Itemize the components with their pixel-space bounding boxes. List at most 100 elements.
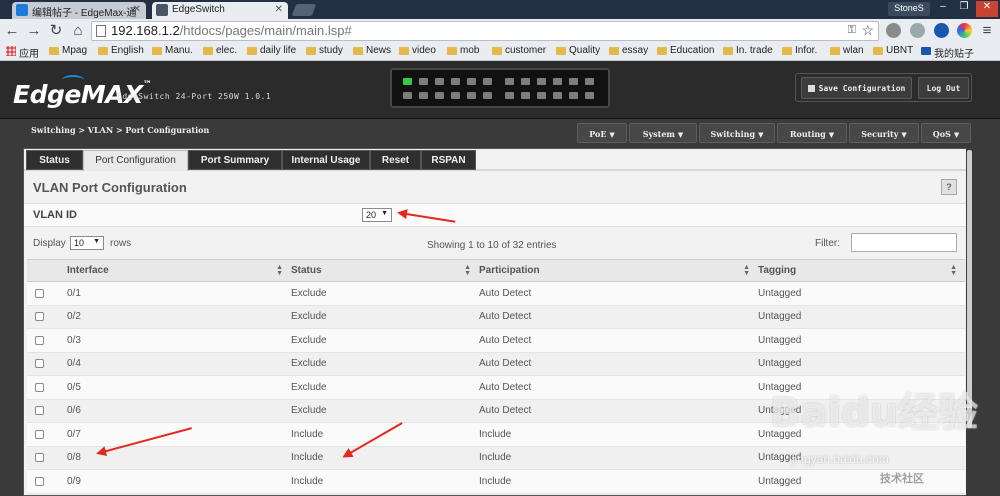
port-led-icon[interactable]	[505, 78, 514, 85]
extension-u-icon[interactable]	[934, 23, 949, 38]
port-led-icon[interactable]	[569, 78, 578, 85]
port-led-icon[interactable]	[585, 92, 594, 99]
row-checkbox[interactable]	[35, 312, 44, 322]
port-led-icon[interactable]	[451, 92, 460, 99]
extension-color-icon[interactable]	[957, 23, 972, 38]
tab-port-summary[interactable]: Port Summary	[188, 150, 282, 170]
row-checkbox[interactable]	[35, 288, 44, 298]
bookmark-star-icon[interactable]: ☆	[861, 22, 874, 39]
table-row[interactable]: 0/2 Exclude Auto Detect Untagged	[27, 305, 965, 329]
row-checkbox[interactable]	[35, 382, 44, 392]
menu-qos[interactable]: QoS ▼	[921, 123, 971, 143]
bookmark-folder[interactable]: Manu.	[152, 45, 193, 56]
row-checkbox[interactable]	[35, 359, 44, 369]
filter-input[interactable]	[851, 233, 957, 252]
bookmark-my-posts[interactable]: 我的贴子	[921, 45, 974, 60]
port-led-icon[interactable]	[585, 78, 594, 85]
menu-poe[interactable]: PoE ▼	[577, 123, 627, 143]
tab-status[interactable]: Status	[26, 150, 83, 170]
close-tab-icon[interactable]: ✕	[275, 4, 283, 15]
port-led-icon[interactable]	[537, 78, 546, 85]
port-led-icon[interactable]	[553, 92, 562, 99]
back-icon[interactable]: ←	[4, 23, 20, 39]
home-icon[interactable]: ⌂	[70, 23, 86, 39]
menu-system[interactable]: System ▼	[629, 123, 697, 143]
bookmark-folder[interactable]: mob	[447, 45, 479, 56]
new-tab-button[interactable]	[291, 4, 317, 16]
port-led-icon[interactable]	[553, 78, 562, 85]
port-led-icon[interactable]	[467, 78, 476, 85]
bookmark-folder[interactable]: essay	[609, 45, 648, 56]
port-led-icon[interactable]	[419, 92, 428, 99]
bookmark-folder[interactable]: elec.	[203, 45, 237, 56]
tab-reset[interactable]: Reset	[370, 150, 421, 170]
row-checkbox[interactable]	[35, 453, 44, 463]
forward-icon[interactable]: →	[26, 23, 42, 39]
port-led-icon[interactable]	[419, 78, 428, 85]
table-row[interactable]: 0/3 Exclude Auto Detect Untagged	[27, 328, 965, 353]
vlan-id-select[interactable]: 20 ▼	[362, 208, 392, 222]
bookmark-folder[interactable]: Education	[657, 45, 714, 56]
bookmark-folder[interactable]: wlan	[830, 45, 864, 56]
close-tab-icon[interactable]: ✕	[133, 4, 141, 15]
restore-icon[interactable]: ❐	[954, 1, 974, 17]
menu-switching[interactable]: Switching ▼	[699, 123, 775, 143]
column-header-tagging[interactable]: Tagging ▲ ▼	[758, 259, 965, 282]
table-row[interactable]: 0/4 Exclude Auto Detect Untagged	[27, 352, 965, 376]
menu-security[interactable]: Security ▼	[849, 123, 919, 143]
help-button[interactable]: ?	[941, 179, 957, 195]
port-led-icon[interactable]	[451, 78, 460, 85]
bookmark-folder[interactable]: daily life	[247, 45, 296, 56]
close-window-icon[interactable]: ✕	[976, 1, 998, 17]
port-led-icon[interactable]	[483, 78, 492, 85]
tab-rspan[interactable]: RSPAN	[421, 150, 476, 170]
menu-icon[interactable]: ≡	[979, 23, 995, 39]
row-checkbox[interactable]	[35, 406, 44, 416]
column-header-status[interactable]: Status ▲ ▼	[291, 259, 479, 282]
bookmark-folder[interactable]: English	[98, 45, 144, 56]
minimize-icon[interactable]: –	[933, 1, 953, 17]
profile-chip[interactable]: StoneS	[888, 2, 930, 16]
save-configuration-button[interactable]: Save Configuration	[801, 77, 912, 99]
menu-routing[interactable]: Routing ▼	[777, 123, 847, 143]
reload-icon[interactable]: ↻	[48, 23, 64, 39]
bookmark-folder[interactable]: customer	[492, 45, 546, 56]
row-checkbox[interactable]	[35, 429, 44, 439]
extension-mail-icon[interactable]	[910, 23, 925, 38]
column-header-participation[interactable]: Participation ▲ ▼	[479, 259, 758, 282]
column-header-interface[interactable]: Interface ▲ ▼	[67, 259, 291, 282]
bookmark-folder[interactable]: Mpag	[49, 45, 87, 56]
row-checkbox[interactable]	[35, 335, 44, 345]
port-led-icon[interactable]	[521, 78, 530, 85]
port-led-icon[interactable]	[435, 92, 444, 99]
port-led-icon[interactable]	[537, 92, 546, 99]
port-led-icon[interactable]	[435, 78, 444, 85]
extension-globe-icon[interactable]	[886, 23, 901, 38]
tab-port-configuration[interactable]: Port Configuration	[83, 150, 188, 171]
bookmark-folder[interactable]: UBNT	[873, 45, 913, 56]
bookmark-folder[interactable]: Infor.	[782, 45, 817, 56]
bookmark-folder[interactable]: Quality	[556, 45, 600, 56]
table-row[interactable]: 0/9 Include Include Untagged	[27, 469, 965, 494]
bookmark-folder[interactable]: video	[399, 45, 436, 56]
port-led-icon[interactable]	[483, 92, 492, 99]
table-row[interactable]: 0/1 Exclude Auto Detect Untagged	[27, 281, 965, 306]
port-led-icon[interactable]	[505, 92, 514, 99]
bookmark-folder[interactable]: study	[306, 45, 343, 56]
bookmark-apps[interactable]: 应用	[6, 45, 39, 60]
port-led-icon[interactable]	[403, 92, 412, 99]
row-checkbox[interactable]	[35, 476, 44, 486]
content-scrollbar[interactable]	[966, 148, 973, 496]
port-led-icon[interactable]	[403, 78, 412, 85]
rows-per-page-select[interactable]: 10 ▼	[70, 236, 104, 250]
bookmark-folder[interactable]: News	[353, 45, 391, 56]
port-led-icon[interactable]	[467, 92, 476, 99]
bookmark-folder[interactable]: In. trade	[723, 45, 773, 56]
browser-tab-edgeswitch[interactable]: EdgeSwitch ✕	[152, 2, 288, 19]
browser-tab-edit-post[interactable]: 编辑帖子 - EdgeMax-通 ✕	[12, 2, 146, 19]
key-icon[interactable]: ⚿	[848, 24, 856, 37]
port-led-icon[interactable]	[569, 92, 578, 99]
tab-internal-usage[interactable]: Internal Usage	[282, 150, 370, 170]
logout-button[interactable]: Log Out	[918, 77, 969, 99]
port-led-icon[interactable]	[521, 92, 530, 99]
